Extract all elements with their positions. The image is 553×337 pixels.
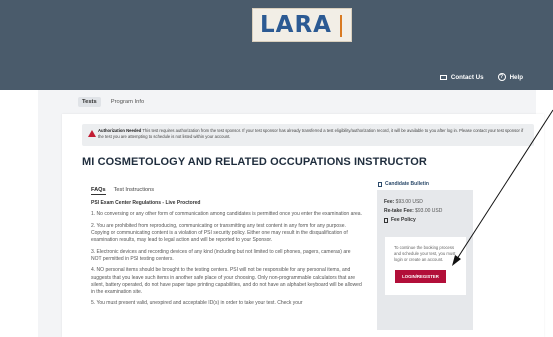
regulation-paragraph: 4. NO personal items should be brought t…	[91, 267, 362, 295]
help-label: Help	[509, 73, 523, 81]
fee-label: Fee:	[384, 199, 395, 205]
regulation-paragraph: 5. You must present valid, unexpired and…	[91, 300, 303, 307]
retake-fee-value: $93.00 USD	[415, 208, 443, 214]
regulations-heading: PSI Exam Center Regulations - Live Proct…	[91, 200, 201, 206]
help-icon: ?	[497, 73, 506, 81]
main-tabs: Tests Program Info	[78, 97, 148, 107]
logo-accent-bar	[340, 15, 342, 37]
page-title: MI COSMETOLOGY AND RELATED OCCUPATIONS I…	[82, 156, 427, 168]
contact-us-label: Contact Us	[450, 73, 484, 81]
help-link[interactable]: ? Help	[497, 73, 523, 81]
logo-text: LARA	[260, 12, 332, 38]
regulation-paragraph: 1. No conversing or any other form of co…	[91, 211, 362, 218]
login-card: To continue the booking process and sche…	[385, 237, 466, 295]
warning-icon	[88, 130, 96, 137]
alert-text: Authorization Needed This test requires …	[98, 128, 530, 140]
retake-fee-label: Re-take Fee:	[384, 208, 414, 214]
regulations-text: PSI Exam Center Regulations - Live Proct…	[91, 200, 362, 312]
authorization-alert: Authorization Needed This test requires …	[82, 124, 534, 146]
lara-logo[interactable]: LARA	[252, 8, 352, 42]
regulation-paragraph: 2. You are prohibited from reproducing, …	[91, 222, 348, 244]
fee-value: $93.00 USD	[395, 199, 423, 205]
tab-faqs[interactable]: FAQs	[91, 187, 106, 195]
retake-fee-row: Re-take Fee: $93.00 USD	[384, 207, 442, 216]
sub-tabs: FAQs Test Instructions	[91, 187, 154, 195]
tab-tests[interactable]: Tests	[78, 97, 101, 107]
contact-us-link[interactable]: Contact Us	[439, 73, 484, 81]
tab-program-info[interactable]: Program Info	[107, 97, 149, 107]
fee-policy-link[interactable]: Fee Policy	[384, 216, 442, 225]
document-icon	[378, 181, 382, 187]
alert-message: This test requires authorization from th…	[98, 128, 524, 139]
fee-policy-label: Fee Policy	[391, 217, 416, 223]
tab-test-instructions[interactable]: Test Instructions	[114, 187, 154, 195]
candidate-bulletin-label: Candidate Bulletin	[385, 181, 429, 187]
fee-info: Fee: $93.00 USD Re-take Fee: $93.00 USD …	[384, 198, 442, 225]
document-icon	[384, 218, 388, 223]
fee-row: Fee: $93.00 USD	[384, 198, 442, 207]
login-register-button[interactable]: LOGIN/REGISTER	[395, 270, 446, 283]
mail-icon	[439, 74, 447, 80]
regulation-paragraph: 3. Electronic devices and recording devi…	[91, 248, 351, 262]
login-prompt: To continue the booking process and sche…	[394, 245, 456, 262]
candidate-bulletin-link[interactable]: Candidate Bulletin	[378, 181, 429, 187]
header-links: Contact Us ? Help	[439, 73, 523, 81]
alert-title: Authorization Needed	[98, 128, 142, 133]
